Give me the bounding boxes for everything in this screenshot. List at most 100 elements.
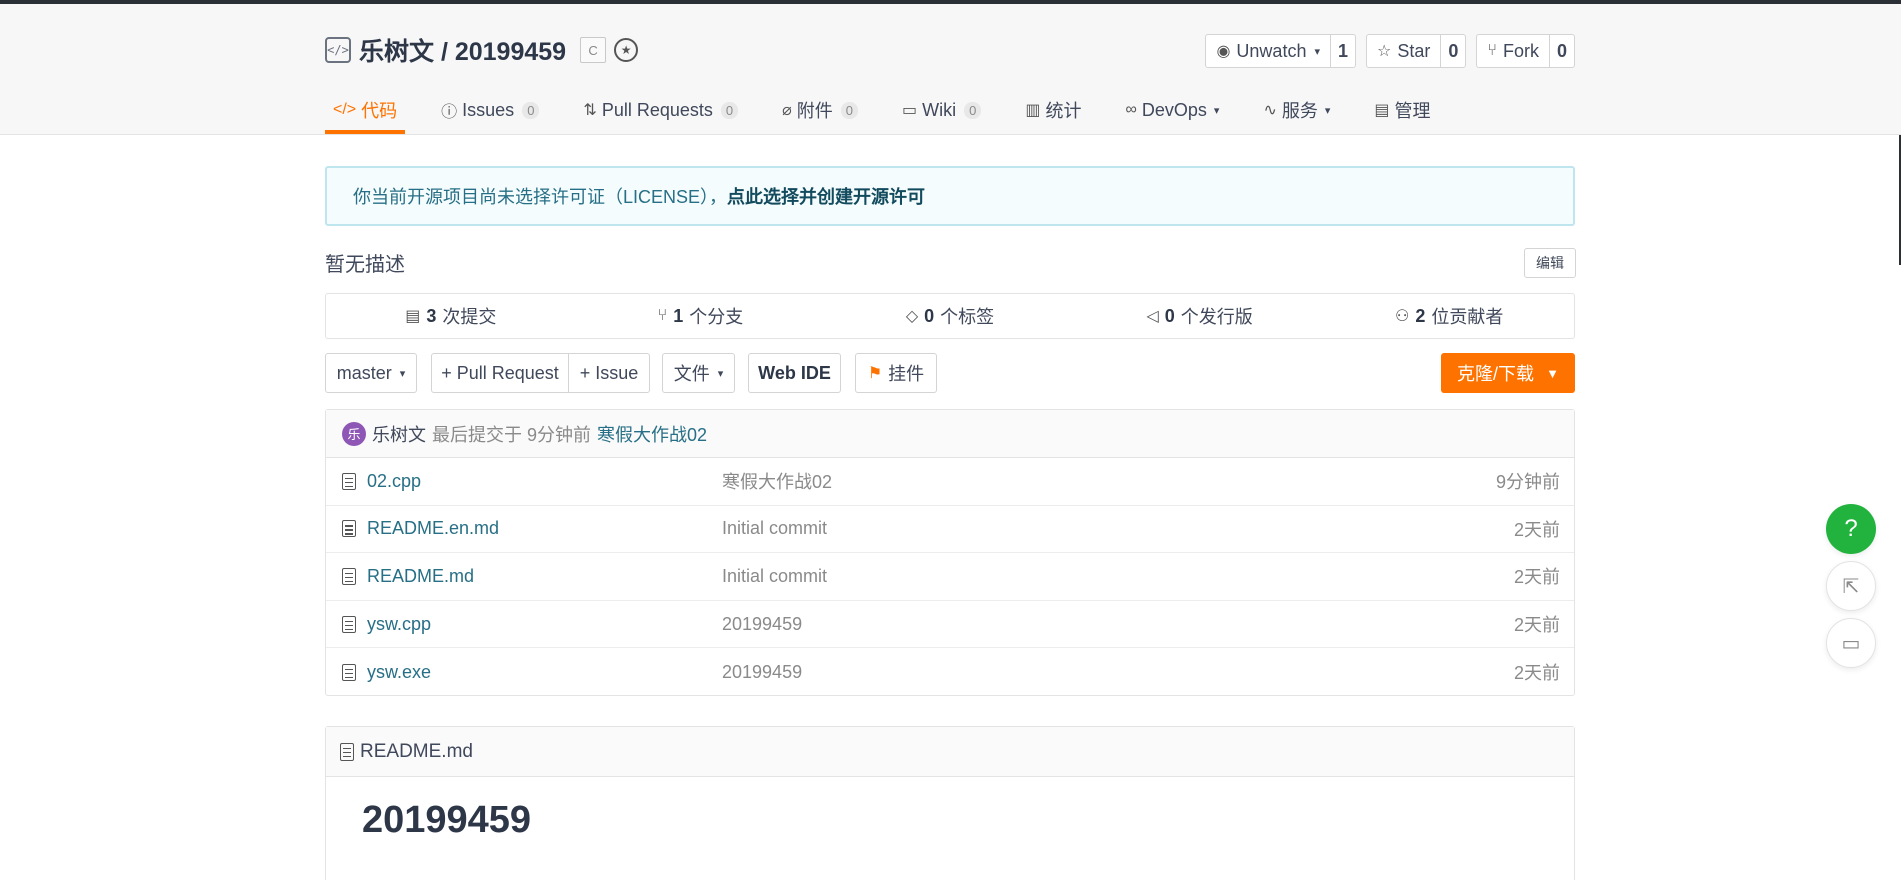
- star-icon: ☆: [1377, 43, 1392, 60]
- tab-manage[interactable]: ▤ 管理: [1366, 88, 1438, 132]
- tab-code[interactable]: </> 代码: [325, 88, 406, 134]
- caret-down-icon: ▾: [1314, 45, 1320, 58]
- avatar[interactable]: 乐: [342, 421, 366, 446]
- tab-code-label: 代码: [361, 101, 398, 121]
- branch-selector[interactable]: master ▾: [325, 353, 417, 393]
- file-name-link[interactable]: README.en.md: [367, 518, 499, 539]
- file-name-link[interactable]: README.md: [367, 566, 474, 587]
- tab-attachments-label: 附件: [796, 101, 833, 121]
- file-commit-time: 2天前: [1513, 663, 1560, 684]
- contributors-stat[interactable]: ⚇ 2 位贡献者: [1324, 303, 1574, 329]
- readme-filename[interactable]: README.md: [360, 741, 473, 763]
- readme-panel: README.md 20199459: [325, 726, 1575, 880]
- unwatch-label: Unwatch: [1236, 40, 1307, 61]
- file-commit-message[interactable]: 20199459: [722, 614, 802, 635]
- paperclip-icon: ⌀: [782, 102, 792, 119]
- file-commit-message[interactable]: 20199459: [722, 662, 802, 683]
- bookmark-icon: ⚑: [867, 365, 883, 382]
- tab-attachments[interactable]: ⌀ 附件 0: [774, 88, 866, 132]
- unwatch-button[interactable]: ◉ Unwatch ▾: [1206, 35, 1330, 67]
- bar-chart-icon: ▥: [1025, 102, 1041, 119]
- license-notice-text: 你当前开源项目尚未选择许可证（LICENSE），: [353, 187, 728, 207]
- file-name-link[interactable]: 02.cpp: [367, 471, 421, 492]
- edit-description-button[interactable]: 编辑: [1524, 248, 1576, 278]
- settings-doc-icon: ▤: [1374, 102, 1390, 119]
- tab-wiki-count: 0: [964, 101, 982, 119]
- new-pull-request-button[interactable]: + Pull Request: [431, 353, 569, 393]
- pulse-icon: ∿: [1263, 102, 1277, 119]
- contributors-count: 2: [1415, 305, 1426, 326]
- tab-manage-label: 管理: [1394, 101, 1431, 121]
- tab-services[interactable]: ∿ 服务 ▾: [1255, 88, 1338, 132]
- commits-stat[interactable]: ▤ 3 次提交: [326, 303, 576, 329]
- tab-pull-requests[interactable]: ⇅ Pull Requests 0: [575, 88, 746, 132]
- file-menu-button[interactable]: 文件 ▾: [662, 353, 735, 393]
- star-label: Star: [1397, 40, 1431, 61]
- file-commit-time: 9分钟前: [1495, 472, 1560, 493]
- branch-icon: ⑂: [657, 307, 668, 324]
- widget-label: 挂件: [888, 364, 925, 384]
- star-count[interactable]: 0: [1440, 35, 1465, 67]
- repo-title: </> 乐树文 / 20199459 C ★: [325, 30, 639, 70]
- star-button[interactable]: ☆ Star: [1367, 35, 1440, 67]
- repo-name-link[interactable]: 乐树文 / 20199459: [359, 32, 566, 68]
- share-icon[interactable]: ⇱: [1826, 561, 1876, 611]
- commit-author[interactable]: 乐树文: [372, 421, 426, 447]
- branches-count: 1: [673, 305, 684, 326]
- file-icon: [340, 742, 354, 761]
- tab-statistics[interactable]: ▥ 统计: [1017, 88, 1089, 132]
- clone-download-button[interactable]: 克隆/下载 ▼: [1441, 353, 1575, 393]
- commit-icon: ▤: [405, 308, 421, 325]
- file-commit-message[interactable]: 寒假大作战02: [722, 468, 832, 494]
- file-list: 乐 乐树文 最后提交于 9分钟前 寒假大作战02 02.cpp 寒假大作战02 …: [325, 409, 1575, 696]
- web-ide-button[interactable]: Web IDE: [748, 353, 841, 393]
- watch-count[interactable]: 1: [1329, 35, 1355, 67]
- commits-count: 3: [426, 305, 437, 326]
- tab-issues-label: Issues: [462, 99, 515, 120]
- fork-label: Fork: [1502, 40, 1539, 61]
- branches-stat[interactable]: ⑂ 1 个分支: [576, 303, 826, 329]
- unwatch-button-group: ◉ Unwatch ▾ 1: [1205, 34, 1356, 68]
- file-icon: [342, 567, 356, 585]
- file-row[interactable]: ysw.cpp 20199459 2天前: [326, 601, 1574, 649]
- caret-down-icon: ▾: [1213, 104, 1220, 117]
- tab-issues[interactable]: ⓘ Issues 0: [433, 88, 547, 132]
- star-button-group: ☆ Star 0: [1366, 34, 1467, 68]
- license-notice: 你当前开源项目尚未选择许可证（LICENSE）， 点此选择并创建开源许可: [325, 166, 1575, 226]
- create-license-link[interactable]: 点此选择并创建开源许可: [727, 183, 925, 209]
- file-row[interactable]: 02.cpp 寒假大作战02 9分钟前: [326, 458, 1574, 506]
- file-row[interactable]: README.en.md Initial commit 2天前: [326, 506, 1574, 554]
- pull-request-icon: ⇅: [583, 102, 597, 119]
- fork-button[interactable]: ⑂ Fork: [1477, 35, 1549, 67]
- tab-services-label: 服务: [1281, 101, 1318, 121]
- tags-stat[interactable]: ◇ 0 个标签: [825, 303, 1075, 329]
- file-commit-message[interactable]: Initial commit: [722, 518, 827, 539]
- code-repo-icon: </>: [325, 37, 351, 63]
- file-name-link[interactable]: ysw.cpp: [367, 614, 431, 635]
- file-icon: [342, 520, 356, 538]
- file-row[interactable]: README.md Initial commit 2天前: [326, 553, 1574, 601]
- tags-count: 0: [924, 305, 935, 326]
- tab-wiki[interactable]: ▭ Wiki 0: [894, 88, 989, 132]
- commit-message-link[interactable]: 寒假大作战02: [597, 421, 707, 447]
- repo-toolbar: master ▾ + Pull Request + Issue 文件 ▾ Web…: [325, 353, 1575, 393]
- help-button[interactable]: ?: [1826, 504, 1876, 554]
- fork-icon: ⑂: [1487, 42, 1497, 59]
- releases-label: 个发行版: [1180, 307, 1253, 327]
- new-issue-button[interactable]: + Issue: [568, 353, 650, 393]
- comment-icon[interactable]: ▭: [1826, 618, 1876, 668]
- file-commit-message[interactable]: Initial commit: [722, 566, 827, 587]
- file-row[interactable]: ysw.exe 20199459 2天前: [326, 648, 1574, 696]
- contributors-icon: ⚇: [1394, 308, 1410, 325]
- fork-count[interactable]: 0: [1548, 35, 1574, 67]
- tab-devops[interactable]: ∞ DevOps ▾: [1117, 88, 1227, 132]
- code-icon: </>: [333, 101, 357, 118]
- tab-attachments-count: 0: [840, 101, 858, 119]
- releases-stat[interactable]: ◁ 0 个发行版: [1075, 303, 1325, 329]
- award-icon[interactable]: ★: [614, 38, 639, 62]
- caret-down-icon: ▾: [1324, 104, 1331, 117]
- file-name-link[interactable]: ysw.exe: [367, 662, 431, 683]
- widget-button[interactable]: ⚑ 挂件: [855, 353, 937, 393]
- caret-down-icon: ▾: [399, 367, 406, 380]
- language-badge[interactable]: C: [580, 37, 607, 63]
